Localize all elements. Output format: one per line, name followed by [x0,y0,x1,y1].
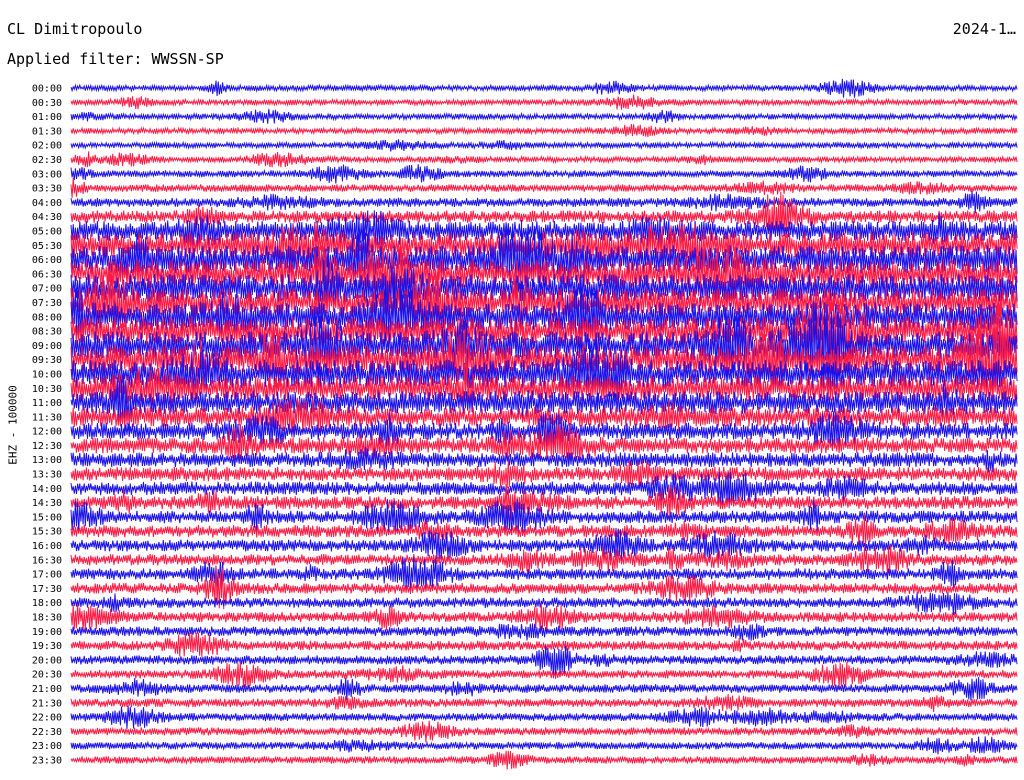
row-time-label: 20:00 [32,655,62,666]
row-time-label: 10:30 [32,384,62,395]
row-time-label: 18:30 [32,613,62,624]
trace-line [70,94,1018,110]
row-time-label: 02:30 [32,155,62,166]
row-time-label: 15:30 [32,527,62,538]
row-time-label: 12:30 [32,441,62,452]
row-time-label: 11:30 [32,412,62,423]
row-time-label: 05:30 [32,241,62,252]
trace-line [70,750,1018,770]
row-time-label: 16:30 [32,555,62,566]
helicorder-plot: 00:00 00:30 01:00 01:30 02:00 02:30 03:00 03:30… [32,78,1018,770]
trace-line [70,78,1018,98]
row-time-label: 20:30 [32,670,62,681]
trace-line [70,139,1018,152]
trace-line [70,164,1018,184]
trace-line [70,108,1018,124]
row-time-label: 09:30 [32,355,62,366]
trace-line [70,190,1018,214]
row-time-label: 04:30 [32,212,62,223]
row-time-label: 13:00 [32,455,62,466]
row-time-label: 06:30 [32,269,62,280]
trace-line [70,705,1018,729]
row-time-label: 18:00 [32,598,62,609]
row-time-label: 19:00 [32,627,62,638]
row-time-label: 07:30 [32,298,62,309]
row-time-label: 01:00 [32,112,62,123]
trace-line [70,151,1018,168]
row-time-label: 11:00 [32,398,62,409]
row-time-label: 16:00 [32,541,62,552]
row-time-label: 14:30 [32,498,62,509]
row-time-label: 12:00 [32,427,62,438]
row-time-label: 00:30 [32,98,62,109]
row-time-label: 03:00 [32,169,62,180]
row-time-label: 15:00 [32,512,62,523]
row-time-label: 03:30 [32,184,62,195]
row-time-label: 14:00 [32,484,62,495]
row-time-label: 19:30 [32,641,62,652]
row-time-label: 02:00 [32,141,62,152]
trace-line [70,623,1018,641]
row-time-label: 00:00 [32,84,62,95]
trace-line [70,177,1018,198]
trace-line [70,694,1018,713]
row-time-label: 04:00 [32,198,62,209]
trace-line [70,677,1018,701]
trace-line [70,124,1018,137]
row-time-label: 09:00 [32,341,62,352]
row-time-label: 21:00 [32,684,62,695]
row-time-label: 05:00 [32,226,62,237]
row-time-label: 17:30 [32,584,62,595]
row-time-label: 01:30 [32,126,62,137]
row-time-label: 21:30 [32,698,62,709]
trace-line [70,720,1018,743]
row-time-label: 22:30 [32,727,62,738]
row-time-label: 22:00 [32,713,62,724]
row-time-label: 08:00 [32,312,62,323]
trace-line [70,736,1018,755]
row-time-label: 17:00 [32,570,62,581]
row-time-label: 08:30 [32,327,62,338]
row-time-label: 23:00 [32,741,62,752]
row-time-label: 07:00 [32,284,62,295]
row-time-label: 13:30 [32,470,62,481]
row-time-label: 06:00 [32,255,62,266]
row-time-label: 23:30 [32,756,62,767]
row-time-label: 10:00 [32,369,62,380]
